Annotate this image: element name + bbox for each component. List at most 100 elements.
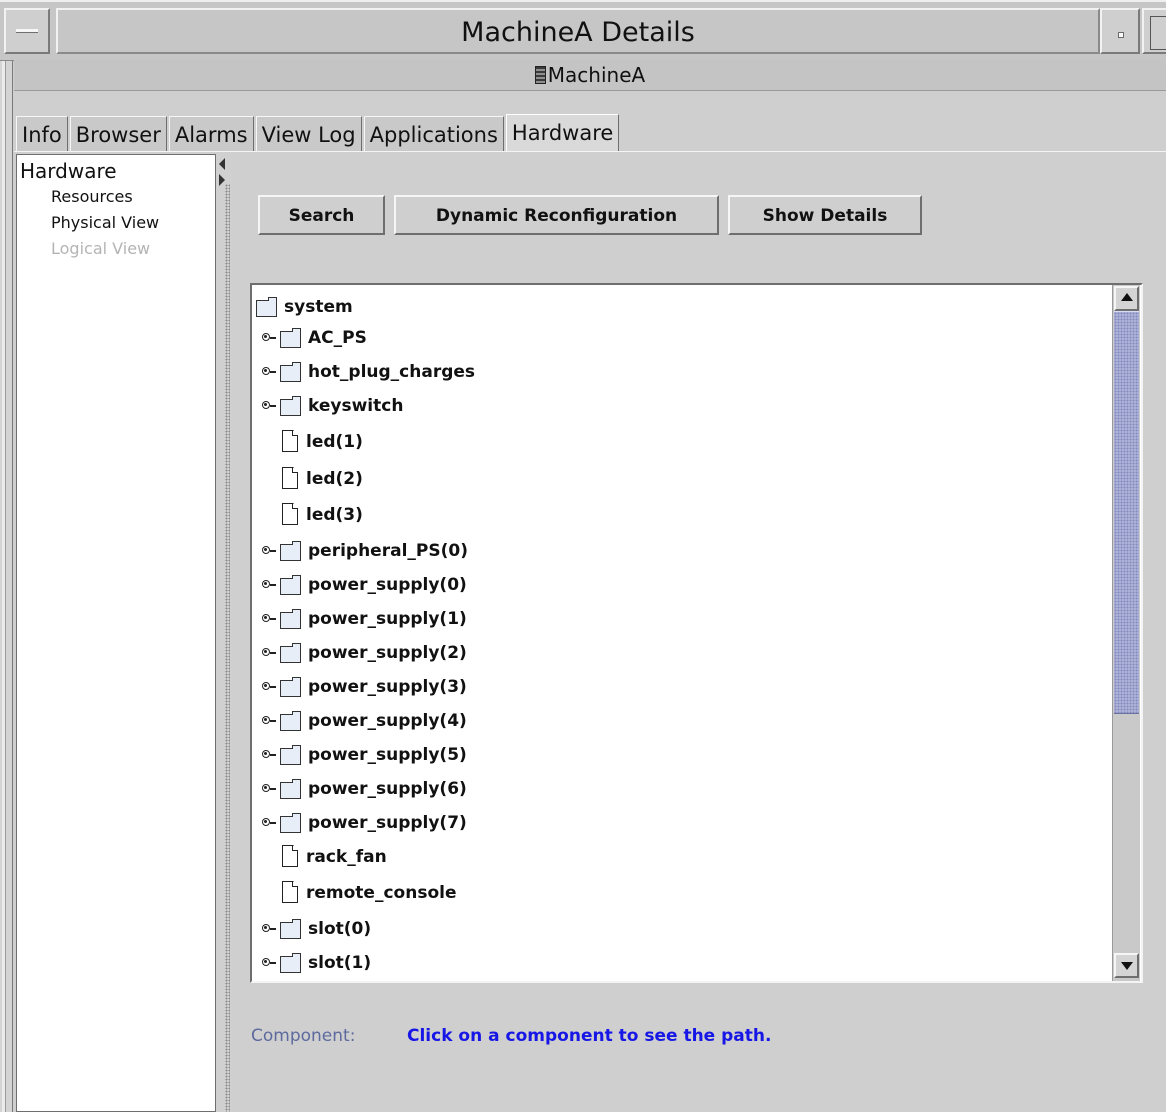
tab-browser[interactable]: Browser <box>69 116 167 152</box>
tree-node-label: led(2) <box>306 469 363 489</box>
hardware-nav-panel: Hardware Resources Physical View Logical… <box>16 154 216 1112</box>
expand-handle-icon[interactable] <box>262 714 276 728</box>
nav-item-physical-view[interactable]: Physical View <box>51 213 159 232</box>
nav-item-resources[interactable]: Resources <box>51 187 133 206</box>
folder-icon <box>280 643 302 663</box>
tree-node[interactable]: power_supply(4) <box>262 708 467 734</box>
tree-root-system[interactable]: system <box>256 294 353 320</box>
tab-applications[interactable]: Applications <box>363 116 504 152</box>
document-icon <box>280 467 300 491</box>
tree-node-label: slot(1) <box>308 953 372 973</box>
folder-icon <box>280 779 302 799</box>
tree-node[interactable]: peripheral_PS(0) <box>262 538 468 564</box>
document-icon <box>280 430 300 454</box>
folder-icon <box>280 575 302 595</box>
tree-node-label: power_supply(1) <box>308 609 467 629</box>
hardware-tree[interactable]: system AC_PS hot_plug_charges keyswitch led… <box>250 283 1143 983</box>
folder-icon <box>280 609 302 629</box>
tree-node-label: power_supply(0) <box>308 575 467 595</box>
tree-node-label: power_supply(4) <box>308 711 467 731</box>
tree-node-label: system <box>284 297 353 317</box>
expand-handle-icon[interactable] <box>262 544 276 558</box>
tab-info[interactable]: Info <box>16 116 68 152</box>
maximize-icon <box>1150 16 1166 50</box>
tree-node[interactable]: power_supply(3) <box>262 674 467 700</box>
expand-handle-icon[interactable] <box>262 956 276 970</box>
tree-node[interactable]: power_supply(7) <box>262 810 467 836</box>
minimize-button[interactable] <box>1100 8 1140 54</box>
folder-icon <box>280 362 302 382</box>
arrow-down-icon <box>1121 962 1133 970</box>
maximize-button[interactable] <box>1142 8 1166 54</box>
tree-node[interactable]: keyswitch <box>262 393 403 419</box>
tree-node[interactable]: power_supply(0) <box>262 572 467 598</box>
document-icon <box>280 503 300 527</box>
expand-handle-icon[interactable] <box>262 748 276 762</box>
tree-node-label: led(3) <box>306 505 363 525</box>
folder-icon <box>280 328 302 348</box>
expand-handle-icon[interactable] <box>262 612 276 626</box>
tree-node[interactable]: power_supply(5) <box>262 742 467 768</box>
show-details-button[interactable]: Show Details <box>728 195 922 235</box>
document-icon <box>280 845 300 869</box>
tree-node[interactable]: slot(0) <box>262 916 371 942</box>
window-menu-icon <box>16 29 38 33</box>
tree-node[interactable]: remote_console <box>262 880 456 906</box>
tab-view-log[interactable]: View Log <box>255 116 362 152</box>
tab-bar: Info Browser Alarms View Log Application… <box>16 114 621 152</box>
expand-handle-icon[interactable] <box>262 578 276 592</box>
tree-node-label: keyswitch <box>308 396 404 416</box>
tab-alarms[interactable]: Alarms <box>168 116 254 152</box>
tree-node-label: hot_plug_charges <box>308 362 476 382</box>
tree-node-label: led(1) <box>306 432 363 452</box>
tree-node-label: slot(0) <box>308 919 372 939</box>
tree-scrollbar[interactable] <box>1112 285 1140 981</box>
expand-handle-icon[interactable] <box>262 680 276 694</box>
dynamic-reconfiguration-button[interactable]: Dynamic Reconfiguration <box>394 195 719 235</box>
tree-node-label: remote_console <box>306 883 457 903</box>
expand-handle-icon[interactable] <box>262 646 276 660</box>
folder-icon <box>280 677 302 697</box>
title-bar[interactable]: MachineA Details <box>0 0 1166 61</box>
tree-node[interactable]: led(3) <box>262 502 363 528</box>
folder-icon <box>280 919 302 939</box>
folder-icon <box>280 953 302 973</box>
machine-header: MachineA <box>14 60 1166 91</box>
tree-node[interactable]: hot_plug_charges <box>262 359 475 385</box>
machine-name: MachineA <box>547 63 646 87</box>
window-menu-button[interactable] <box>4 8 50 54</box>
expand-handle-icon[interactable] <box>262 922 276 936</box>
tree-node[interactable]: led(2) <box>262 466 363 492</box>
splitter-grip[interactable] <box>225 184 230 1112</box>
folder-icon <box>256 297 278 317</box>
folder-icon <box>280 541 302 561</box>
tree-node-label: power_supply(7) <box>308 813 467 833</box>
panel-splitter[interactable] <box>216 154 232 1112</box>
nav-root-hardware[interactable]: Hardware <box>20 159 117 183</box>
collapse-left-icon[interactable] <box>219 158 225 170</box>
tree-node[interactable]: led(1) <box>262 429 363 455</box>
arrow-up-icon <box>1121 293 1133 301</box>
scroll-up-button[interactable] <box>1114 286 1139 311</box>
scroll-thumb[interactable] <box>1114 311 1139 714</box>
server-icon <box>534 66 546 84</box>
tree-node[interactable]: power_supply(6) <box>262 776 467 802</box>
window-frame-left <box>0 0 13 1112</box>
tree-node-label: peripheral_PS(0) <box>308 541 468 561</box>
tree-node[interactable]: slot(1) <box>262 950 371 976</box>
tree-node[interactable]: power_supply(2) <box>262 640 467 666</box>
folder-icon <box>280 711 302 731</box>
tree-node[interactable]: rack_fan <box>262 844 387 870</box>
expand-handle-icon[interactable] <box>262 782 276 796</box>
expand-handle-icon[interactable] <box>262 331 276 345</box>
expand-handle-icon[interactable] <box>262 816 276 830</box>
tree-node-label: AC_PS <box>308 328 367 348</box>
expand-handle-icon[interactable] <box>262 365 276 379</box>
scroll-down-button[interactable] <box>1114 953 1139 978</box>
expand-handle-icon[interactable] <box>262 399 276 413</box>
search-button[interactable]: Search <box>258 195 385 235</box>
tree-node-label: power_supply(6) <box>308 779 467 799</box>
tree-node[interactable]: power_supply(1) <box>262 606 467 632</box>
tree-node[interactable]: AC_PS <box>262 325 367 351</box>
tab-hardware[interactable]: Hardware <box>505 114 620 152</box>
